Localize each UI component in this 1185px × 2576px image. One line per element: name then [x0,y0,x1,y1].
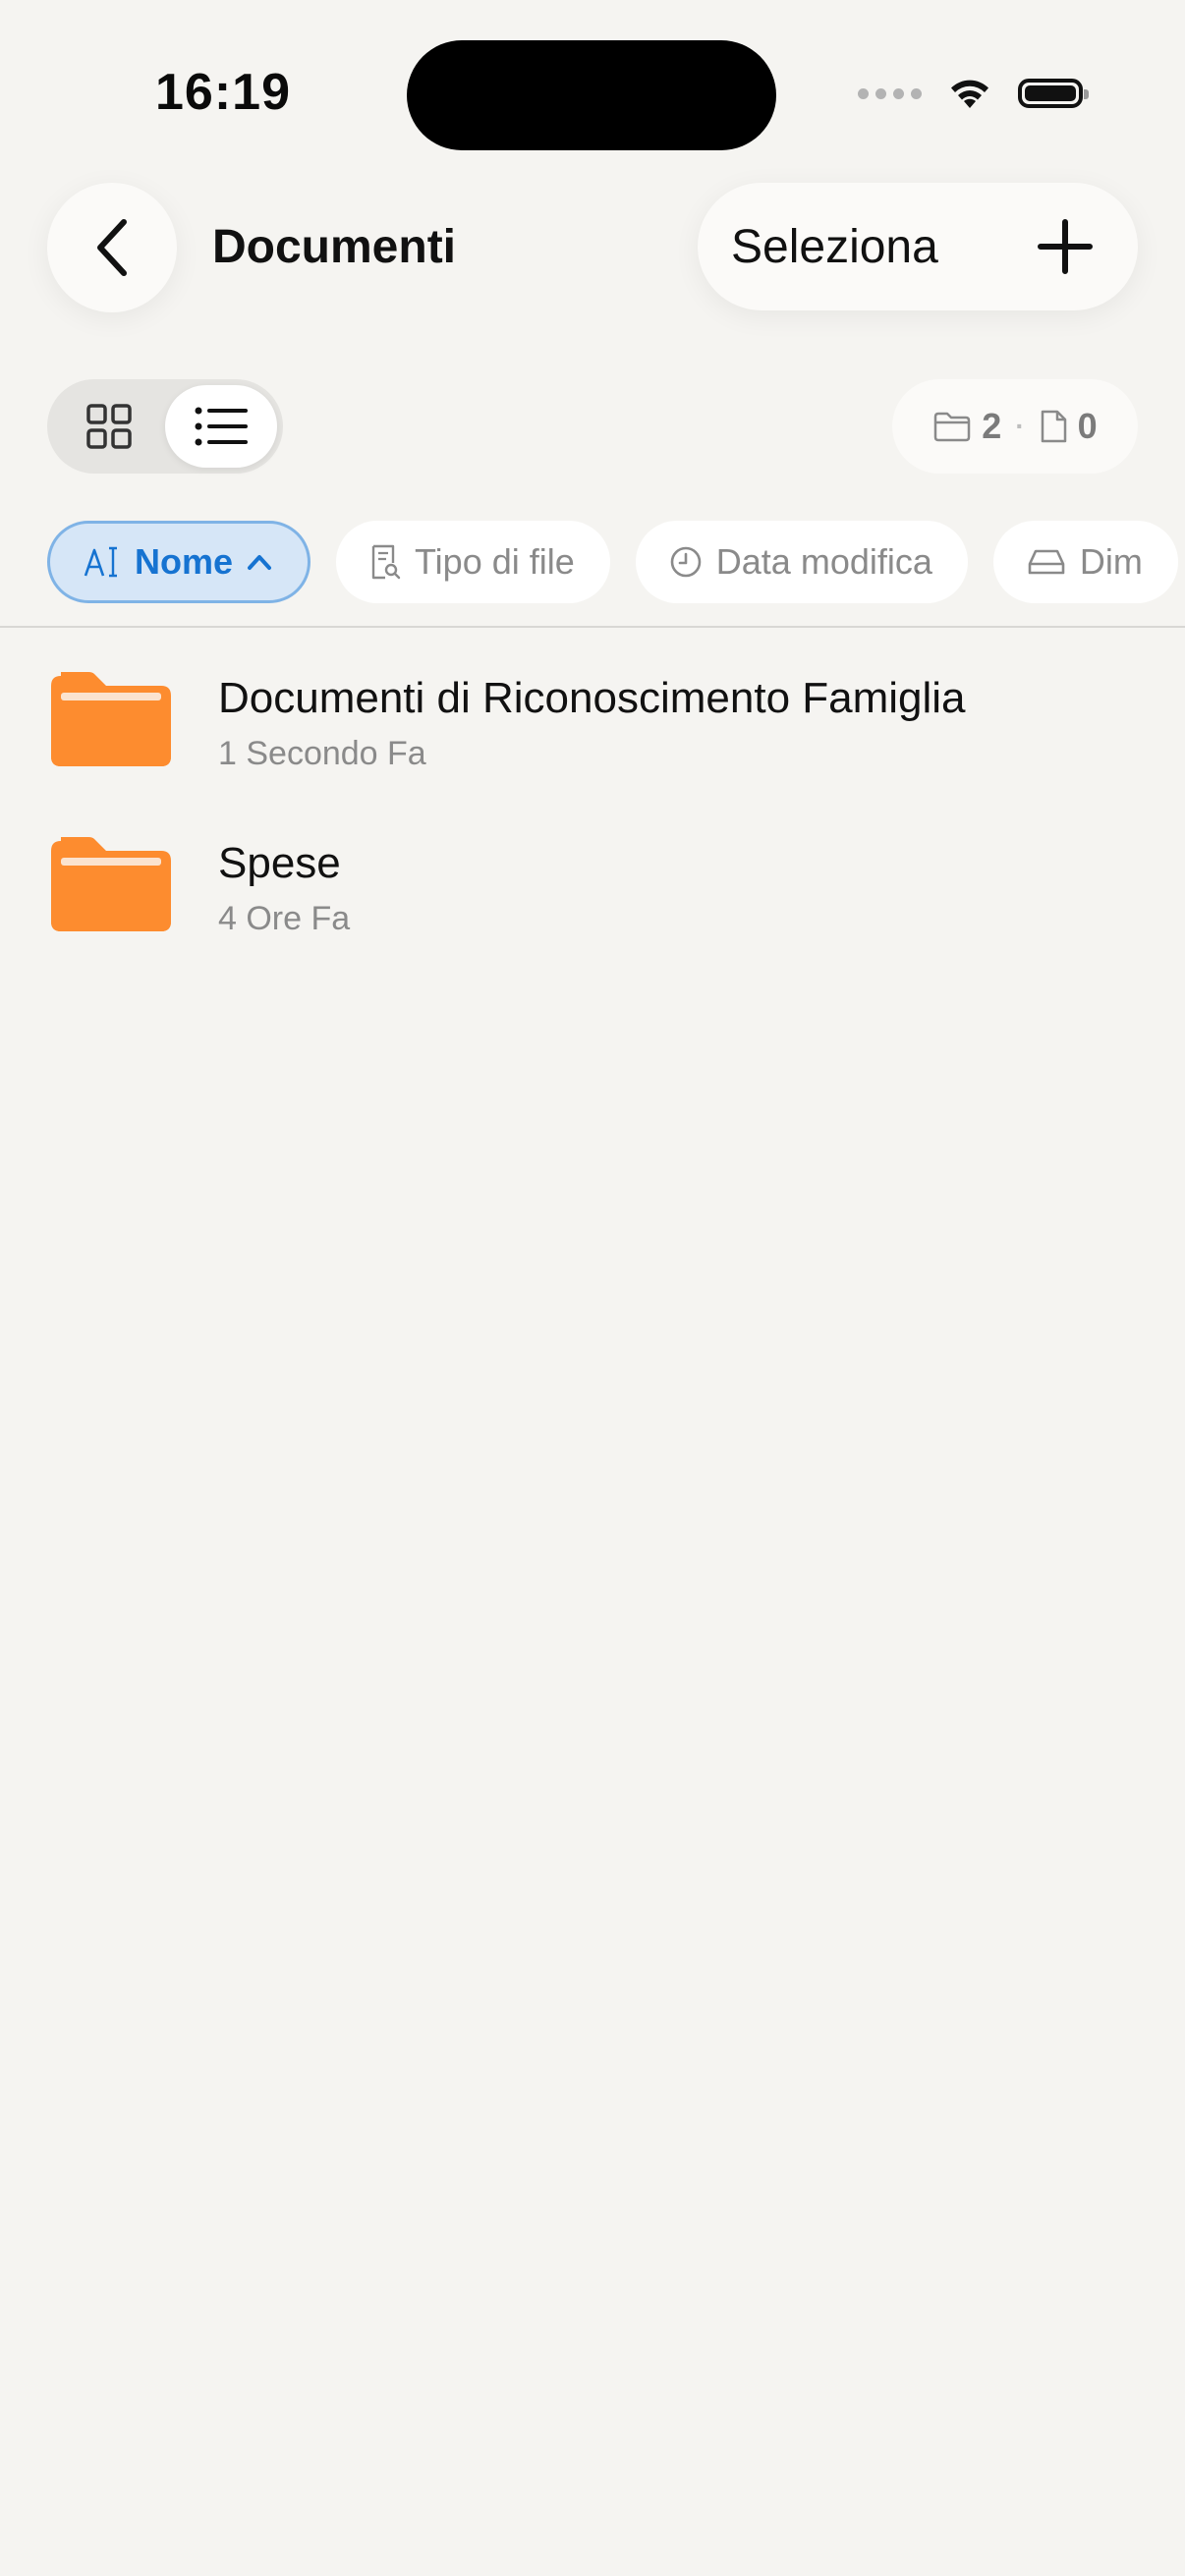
sort-chip-size[interactable]: Dim [992,521,1178,603]
sort-chip-date-modified[interactable]: Data modifica [635,521,968,603]
file-list: Documenti di Riconoscimento Famiglia 1 S… [0,658,1185,988]
list-item[interactable]: Spese 4 Ore Fa [0,823,1185,988]
folder-icon [51,672,171,766]
sort-chip-name[interactable]: Nome [47,521,311,603]
grid-icon [86,404,132,449]
item-counts: 2 · 0 [892,379,1138,474]
hard-drive-icon [1028,549,1065,575]
add-button[interactable] [1036,217,1095,276]
back-button[interactable] [47,183,177,312]
sort-chip-label: Nome [135,541,234,582]
page-title: Documenti [212,221,457,273]
wifi-icon [951,80,988,108]
document-search-icon [371,544,401,580]
folder-count: 2 [982,406,1002,446]
item-name: Documenti di Riconoscimento Famiglia [218,674,966,722]
view-toggle [47,379,283,474]
clock-icon [670,546,702,578]
list-item[interactable]: Documenti di Riconoscimento Famiglia 1 S… [0,658,1185,823]
sort-bar: Nome Tipo di file Data modifica Dim [47,521,1178,603]
select-button[interactable]: Seleziona [731,220,1036,274]
sort-chip-file-type[interactable]: Tipo di file [336,521,610,603]
file-outline-icon [1041,410,1066,443]
count-separator: · [1015,411,1025,441]
chevron-up-icon [248,555,272,570]
cellular-signal-icon [858,87,922,99]
sort-chip-label: Dim [1079,541,1143,582]
text-cursor-icon [84,546,117,578]
item-modified: 1 Secondo Fa [218,735,426,772]
header-divider [0,626,1185,628]
chevron-left-icon [97,219,127,276]
status-icons [858,75,1089,112]
dynamic-island [407,40,776,150]
folder-outline-icon [934,412,971,442]
status-time: 16:19 [155,64,291,121]
list-view-button[interactable] [165,385,277,468]
sort-chip-label: Tipo di file [415,541,575,582]
grid-view-button[interactable] [53,385,165,468]
item-name: Spese [218,839,341,887]
item-modified: 4 Ore Fa [218,900,351,937]
plus-icon [1038,219,1093,274]
header-actions: Seleziona [698,183,1138,310]
list-icon [195,407,248,446]
folder-icon [51,837,171,931]
file-count: 0 [1077,406,1098,446]
sort-chip-label: Data modifica [715,541,932,582]
battery-icon [1018,79,1089,108]
